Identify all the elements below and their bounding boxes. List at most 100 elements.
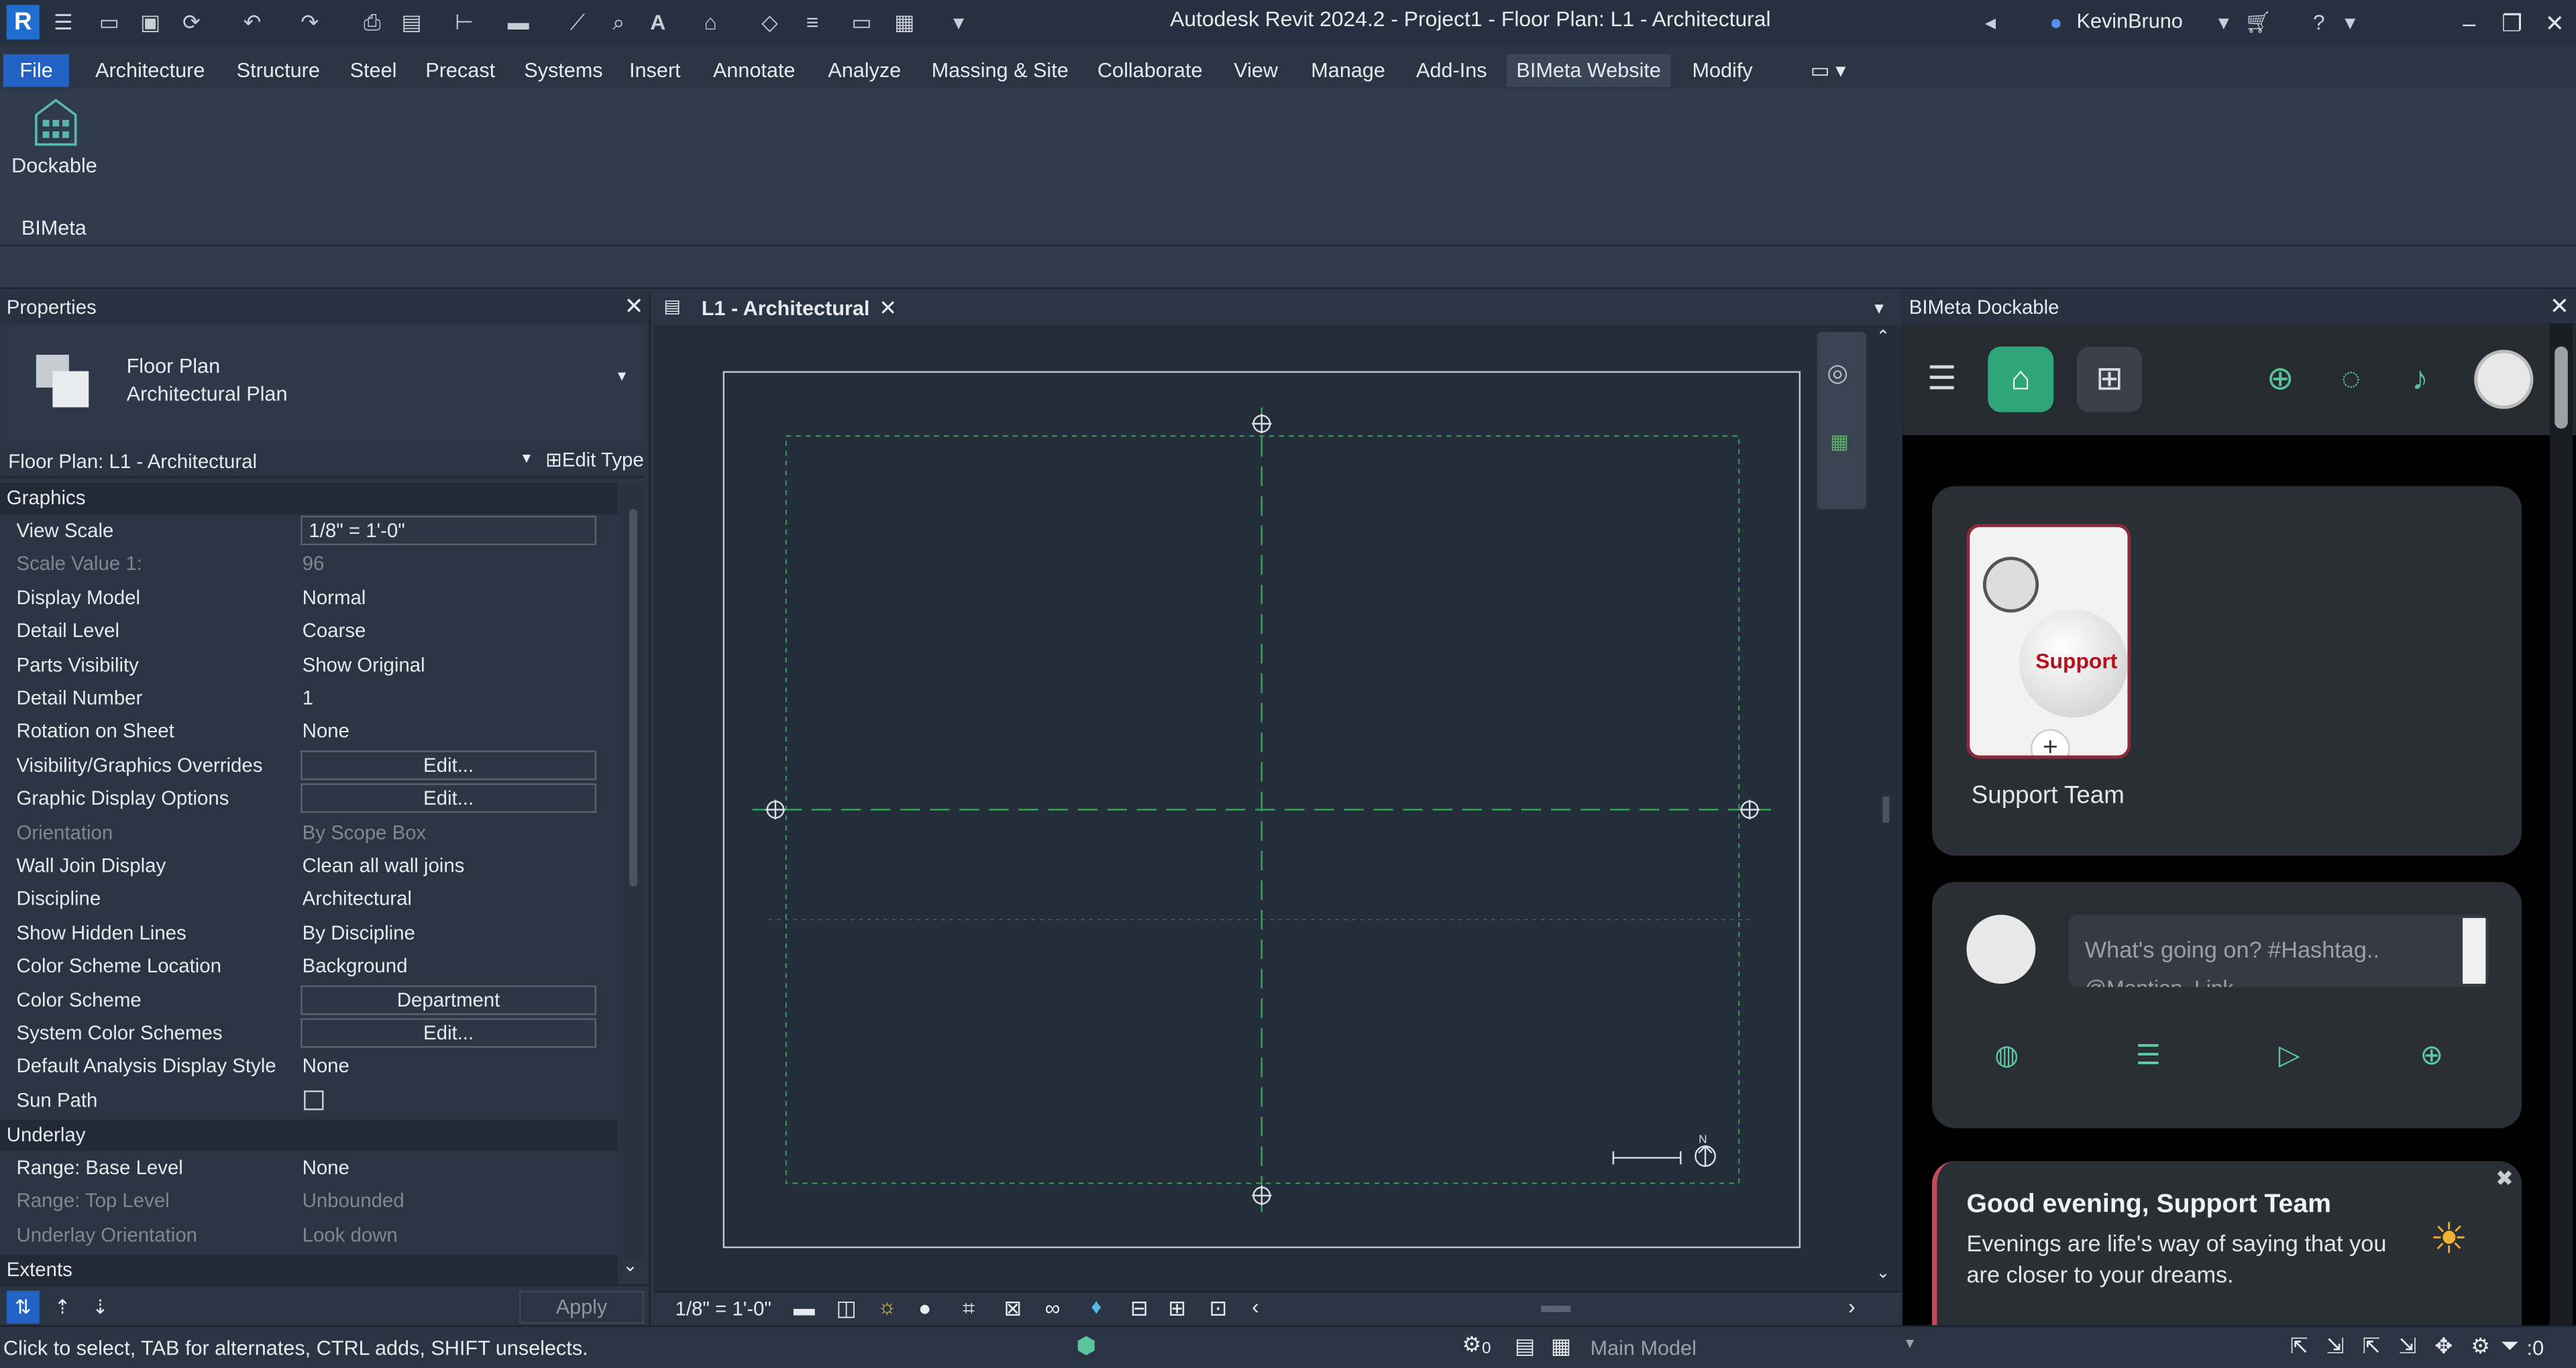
scroll-left-icon[interactable]: ‹ [1252, 1294, 1259, 1319]
ribbon-toggle-icon[interactable]: ▭ ▾ [1801, 54, 1856, 87]
sort-ascending-icon[interactable]: ⇡ [46, 1291, 79, 1324]
menu-icon[interactable]: ☰ [1909, 347, 1975, 412]
visual-style-icon[interactable]: ◫ [837, 1296, 857, 1322]
prop-detail-number[interactable]: Detail Number 1 [0, 681, 618, 715]
more-post-icon[interactable]: ⊕ [2420, 1039, 2443, 1072]
close-window-icon[interactable]: ✕ [2533, 5, 2576, 41]
prop-default-analysis-display-style[interactable]: Default Analysis Display Style None [0, 1050, 618, 1084]
prop-wall-join-display[interactable]: Wall Join Display Clean all wall joins [0, 849, 618, 882]
drag-elements-icon[interactable]: ✥ [2434, 1334, 2453, 1360]
close-dockable-icon[interactable]: ✕ [2550, 292, 2569, 321]
reveal-hidden-icon[interactable]: ♦ [1091, 1294, 1102, 1319]
tab-insert[interactable]: Insert [619, 54, 690, 87]
sun-path-checkbox[interactable] [304, 1090, 324, 1110]
graphic-display-edit-button[interactable]: Edit... [301, 783, 596, 813]
close-greeting-icon[interactable]: ✖ [2496, 1166, 2514, 1192]
tab-architecture[interactable]: Architecture [85, 54, 215, 87]
drawing-view[interactable]: ▤ L1 - Architectural ✕ ▾ N ◎ ▦ ⌃ ⌄ 1/8" … [653, 292, 1902, 1326]
prop-range-base-level[interactable]: Range: Base Level None [0, 1151, 618, 1185]
select-links-icon[interactable]: ⇱ [2290, 1334, 2308, 1360]
edit-type-button[interactable]: ⊞Edit Type [545, 449, 644, 471]
editable-only-icon[interactable]: ⚙ [1462, 1332, 1482, 1358]
view-vertical-scrollbar[interactable]: ⌃ ⌄ [1874, 329, 1897, 1298]
poll-post-icon[interactable]: ☰ [2136, 1039, 2161, 1072]
prop-color-scheme-location[interactable]: Color Scheme Location Background [0, 950, 618, 983]
cart-icon[interactable]: 🛒︎ [2244, 8, 2272, 36]
apply-button[interactable]: Apply [519, 1290, 645, 1324]
show-crop-icon[interactable]: ⊠ [1004, 1296, 1022, 1322]
scroll-down-icon[interactable]: ⌄ [623, 1255, 638, 1275]
tab-annotate[interactable]: Annotate [703, 54, 805, 87]
type-selector[interactable]: Floor Plan Architectural Plan ▾ [6, 325, 645, 441]
minimize-icon[interactable]: – [2448, 5, 2491, 41]
prop-discipline[interactable]: Discipline Architectural [0, 882, 618, 916]
crop-view-icon[interactable]: ⌗ [963, 1296, 975, 1322]
model-icon[interactable]: ▦ [1551, 1334, 1571, 1360]
post-input[interactable]: What's going on? #Hashtag.. @Mention, Li… [2068, 915, 2489, 987]
scroll-right-icon[interactable]: › [1848, 1294, 1856, 1319]
floor-plan-canvas[interactable]: N [653, 325, 1902, 1294]
apps-grid-icon[interactable]: ⊞ [2076, 346, 2143, 412]
scroll-up-icon[interactable]: ⌃ [1876, 329, 1890, 347]
background-process-icon[interactable]: ⚙ [2471, 1334, 2490, 1360]
type-dropdown-icon[interactable]: ▾ [618, 368, 626, 386]
model-dropdown-icon[interactable]: ▾ [1906, 1335, 1914, 1353]
prop-detail-level[interactable]: Detail Level Coarse [0, 614, 618, 648]
tab-add-ins[interactable]: Add-Ins [1406, 54, 1497, 87]
tab-manage[interactable]: Manage [1301, 54, 1395, 87]
close-view-tab-icon[interactable]: ✕ [879, 296, 897, 322]
add-photo-icon[interactable]: + [2030, 729, 2070, 756]
scroll-down-arrow-icon[interactable]: ⌄ [1876, 1265, 1890, 1283]
chat-icon[interactable]: ◌ [2318, 347, 2384, 412]
tab-modify[interactable]: Modify [1682, 54, 1763, 87]
analytical-model-icon[interactable]: ⊟ [1130, 1296, 1148, 1322]
detail-level-icon[interactable]: ▬ [794, 1296, 815, 1320]
sun-path-icon[interactable]: ☼ [877, 1294, 897, 1319]
dock-scrollbar[interactable] [2549, 323, 2573, 1326]
worksets-icon[interactable]: ⬢ [1076, 1332, 1096, 1360]
tab-steel[interactable]: Steel [340, 54, 407, 87]
prop-parts-visibility[interactable]: Parts Visibility Show Original [0, 648, 618, 681]
tab-view[interactable]: View [1224, 54, 1288, 87]
tab-structure[interactable]: Structure [227, 54, 330, 87]
zoom-icon[interactable]: ▦ [1830, 431, 1849, 453]
user-icon[interactable]: ● [2042, 8, 2070, 36]
categorize-icon[interactable]: ⇅ [6, 1290, 40, 1324]
instance-dropdown-icon[interactable]: ▾ [523, 450, 531, 468]
dockable-button[interactable]: Dockable [7, 89, 99, 187]
notification-bell-icon[interactable]: ♪ [2387, 347, 2453, 412]
section-graphics[interactable]: Graphics [0, 483, 618, 514]
shadows-icon[interactable]: ● [918, 1296, 931, 1320]
section-underlay[interactable]: Underlay [0, 1120, 618, 1151]
photo-post-icon[interactable]: ◍ [1994, 1039, 2019, 1072]
system-color-schemes-edit-button[interactable]: Edit... [301, 1018, 596, 1048]
view-scale-input[interactable]: 1/8" = 1'-0" [301, 515, 596, 546]
close-properties-icon[interactable]: ✕ [625, 292, 644, 321]
active-model[interactable]: Main Model [1591, 1336, 1697, 1359]
select-pinned-icon[interactable]: ⇱ [2363, 1334, 2381, 1360]
avatar[interactable] [2474, 349, 2534, 409]
color-scheme-button[interactable]: Department [301, 984, 596, 1015]
reveal-constraints-icon[interactable]: ⊡ [1209, 1296, 1227, 1322]
select-underlay-icon[interactable]: ⇲ [2326, 1334, 2345, 1360]
tab-file[interactable]: File [3, 54, 70, 87]
user-dropdown-icon[interactable]: ▾ [2210, 8, 2238, 36]
vg-overrides-edit-button[interactable]: Edit... [301, 750, 596, 780]
support-team-name[interactable]: Support Team [1972, 782, 2125, 810]
prop-show-hidden-lines[interactable]: Show Hidden Lines By Discipline [0, 916, 618, 950]
design-options-icon[interactable]: ▤ [1515, 1334, 1535, 1360]
user-name[interactable]: KevinBruno [2077, 10, 2183, 33]
tab-precast[interactable]: Precast [416, 54, 505, 87]
select-by-face-icon[interactable]: ⇲ [2399, 1334, 2417, 1360]
help-dropdown-icon[interactable]: ▾ [2336, 8, 2364, 36]
instance-selector[interactable]: Floor Plan: L1 - Architectural [8, 450, 257, 473]
view-scale-control[interactable]: 1/8" = 1'-0" [676, 1298, 771, 1320]
view-tab[interactable]: ▤ L1 - Architectural ✕ [657, 292, 904, 325]
steering-wheel-icon[interactable]: ◎ [1827, 358, 1848, 388]
add-user-icon[interactable]: ⊕ [2247, 347, 2313, 412]
collapse-arrow-icon[interactable]: ◂ [1976, 8, 2004, 36]
horizontal-scrollbar-thumb[interactable] [1541, 1305, 1571, 1312]
filter-icon[interactable]: ⏷ [2500, 1332, 2518, 1360]
highlight-displacement-icon[interactable]: ⊞ [1168, 1296, 1186, 1322]
video-post-icon[interactable]: ▷ [2279, 1039, 2300, 1072]
